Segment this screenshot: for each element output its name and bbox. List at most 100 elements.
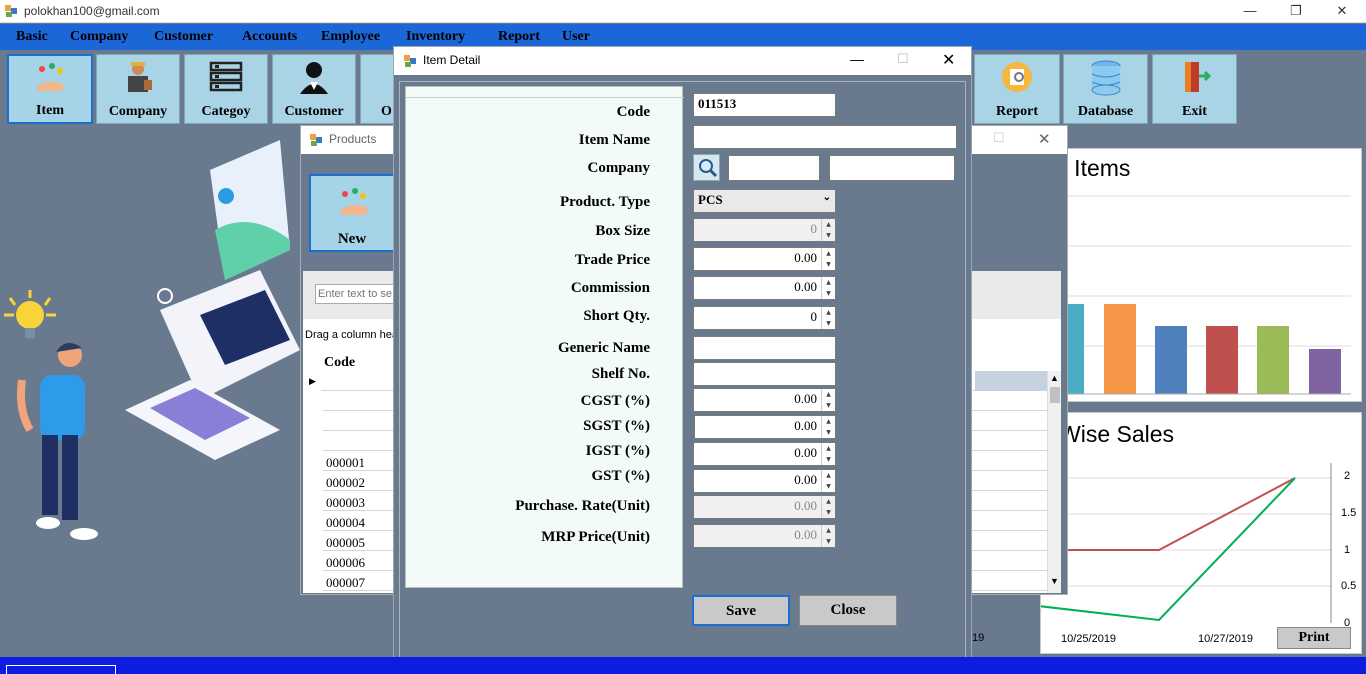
grid-scrollbar[interactable]: ▲ ▼ bbox=[1047, 371, 1061, 593]
commission-value: 0.00 bbox=[794, 279, 817, 294]
category-button[interactable]: Categoy bbox=[184, 54, 268, 124]
commission-input[interactable]: 0.00 ▲ ▼ bbox=[693, 276, 836, 300]
code-input[interactable]: 011513 bbox=[693, 93, 836, 117]
dialog-close-button[interactable]: ✕ bbox=[942, 50, 955, 70]
menu-customer[interactable]: Customer bbox=[154, 29, 213, 45]
product-type-value: PCS bbox=[698, 192, 723, 207]
new-label: New bbox=[337, 231, 367, 247]
sgst-input[interactable]: 0.00 ▲ ▼ bbox=[694, 415, 836, 439]
company-search-button[interactable] bbox=[693, 154, 720, 181]
sgst-label: SGST (%) bbox=[583, 418, 650, 434]
products-close-button[interactable]: ✕ bbox=[1038, 130, 1051, 148]
magnifier-icon bbox=[699, 159, 718, 178]
labels-column: Code Item Name Company Product. Type Box… bbox=[406, 87, 650, 589]
menu-employee[interactable]: Employee bbox=[321, 29, 380, 45]
scroll-down-icon[interactable]: ▼ bbox=[1050, 576, 1059, 586]
category-icon bbox=[209, 61, 243, 92]
company-icon bbox=[128, 62, 152, 92]
minimize-button[interactable]: — bbox=[1227, 0, 1273, 22]
dialog-window-icon bbox=[404, 55, 416, 67]
menu-accounts[interactable]: Accounts bbox=[242, 29, 297, 45]
mrp-price-input[interactable]: 0.00 ▲ ▼ bbox=[693, 524, 836, 548]
exit-label: Exit bbox=[1182, 104, 1207, 119]
dialog-title: Item Detail bbox=[423, 53, 481, 67]
products-maximize-button[interactable]: ☐ bbox=[993, 130, 1005, 146]
bar bbox=[1206, 326, 1238, 394]
igst-label: IGST (%) bbox=[585, 443, 650, 459]
database-icon bbox=[1091, 60, 1120, 96]
new-icon bbox=[340, 188, 368, 215]
row-indicator-icon: ▶ bbox=[309, 376, 316, 386]
menu-user[interactable]: User bbox=[562, 29, 590, 45]
menu-company[interactable]: Company bbox=[70, 29, 128, 45]
gst-value: 0.00 bbox=[794, 472, 817, 487]
short-qty-spinner[interactable]: ▲ ▼ bbox=[821, 307, 835, 329]
dialog-title-bar: Item Detail — ☐ ✕ bbox=[394, 47, 971, 75]
item-icon bbox=[36, 63, 64, 91]
scroll-thumb[interactable] bbox=[1050, 387, 1060, 403]
customer-label: Customer bbox=[284, 104, 344, 119]
igst-input[interactable]: 0.00 ▲ ▼ bbox=[693, 442, 836, 466]
app-icon bbox=[5, 5, 17, 17]
customer-button[interactable]: Customer bbox=[272, 54, 356, 124]
bar bbox=[1257, 326, 1289, 394]
box-size-spinner[interactable]: ▲ ▼ bbox=[821, 219, 835, 241]
close-dialog-button[interactable]: Close bbox=[799, 595, 897, 626]
code-label: Code bbox=[616, 104, 650, 120]
company-button[interactable]: Company bbox=[96, 54, 180, 124]
bar bbox=[1066, 304, 1084, 394]
close-button[interactable]: ✕ bbox=[1319, 0, 1365, 22]
restore-button[interactable]: ❐ bbox=[1273, 0, 1319, 22]
company-field-label: Company bbox=[587, 160, 650, 176]
cgst-input[interactable]: 0.00 ▲ ▼ bbox=[693, 388, 836, 412]
gst-spinner[interactable]: ▲ ▼ bbox=[821, 470, 835, 492]
item-name-label: Item Name bbox=[578, 132, 650, 148]
purchase-rate-input[interactable]: 0.00 ▲ ▼ bbox=[693, 495, 836, 519]
wise-sales-title: Wise Sales bbox=[1059, 421, 1175, 447]
item-name-input[interactable] bbox=[693, 125, 957, 149]
generic-name-label: Generic Name bbox=[557, 340, 650, 356]
purchase-rate-spinner[interactable]: ▲ ▼ bbox=[821, 496, 835, 518]
short-qty-input[interactable]: 0 ▲ ▼ bbox=[693, 306, 836, 330]
new-product-button[interactable]: New bbox=[309, 174, 395, 252]
trade-price-input[interactable]: 0.00 ▲ ▼ bbox=[693, 247, 836, 271]
item-button[interactable]: Item bbox=[7, 54, 93, 124]
wise-sales-line-chart bbox=[1041, 463, 1332, 623]
purchase-rate-value: 0.00 bbox=[794, 498, 817, 513]
igst-spinner[interactable]: ▲ ▼ bbox=[821, 443, 835, 465]
search-input[interactable] bbox=[315, 284, 395, 304]
report-button[interactable]: Report bbox=[974, 54, 1060, 124]
trade-price-spinner[interactable]: ▲ ▼ bbox=[821, 248, 835, 270]
y-tick: 1 bbox=[1344, 544, 1351, 556]
commission-label: Commission bbox=[570, 280, 650, 296]
dialog-minimize-button[interactable]: — bbox=[850, 51, 864, 67]
box-size-value: 0 bbox=[810, 221, 818, 236]
generic-name-input[interactable] bbox=[693, 336, 836, 360]
company-name-input[interactable] bbox=[829, 155, 955, 181]
cgst-spinner[interactable]: ▲ ▼ bbox=[821, 389, 835, 411]
top-items-bar-chart bbox=[1066, 195, 1351, 395]
menu-basic[interactable]: Basic bbox=[16, 29, 48, 45]
database-button[interactable]: Database bbox=[1063, 54, 1148, 124]
sgst-value: 0.00 bbox=[794, 418, 817, 433]
box-size-input[interactable]: 0 ▲ ▼ bbox=[693, 218, 836, 242]
commission-spinner[interactable]: ▲ ▼ bbox=[821, 277, 835, 299]
mrp-price-spinner[interactable]: ▲ ▼ bbox=[821, 525, 835, 547]
sgst-spinner[interactable]: ▲ ▼ bbox=[821, 416, 835, 438]
print-button[interactable]: Print bbox=[1277, 627, 1351, 649]
gst-input[interactable]: 0.00 ▲ ▼ bbox=[693, 469, 836, 493]
company-code-input[interactable] bbox=[728, 155, 820, 181]
cgst-label: CGST (%) bbox=[580, 393, 650, 409]
shelf-no-input[interactable] bbox=[693, 362, 836, 386]
menu-inventory[interactable]: Inventory bbox=[406, 29, 465, 45]
company-label: Company bbox=[108, 104, 168, 119]
product-type-select[interactable]: PCS ⌄ bbox=[693, 189, 836, 213]
dialog-maximize-button[interactable]: ☐ bbox=[897, 51, 909, 67]
group-panel-hint: Drag a column hea bbox=[305, 329, 398, 341]
save-button[interactable]: Save bbox=[692, 595, 790, 626]
scroll-up-icon[interactable]: ▲ bbox=[1050, 373, 1059, 383]
menu-report[interactable]: Report bbox=[498, 29, 540, 45]
mrp-price-label: MRP Price(Unit) bbox=[541, 529, 650, 545]
exit-button[interactable]: Exit bbox=[1152, 54, 1237, 124]
box-size-label: Box Size bbox=[595, 223, 650, 239]
